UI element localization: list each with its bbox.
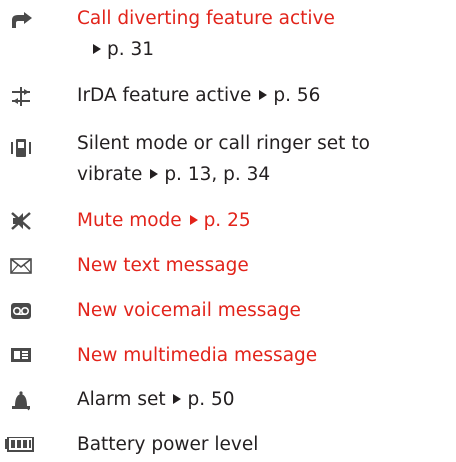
vibrate-icon <box>10 138 32 157</box>
page-reference-link[interactable]: p. 31 <box>107 39 154 60</box>
envelope-icon <box>10 258 32 276</box>
voicemail-icon <box>10 302 32 320</box>
page-reference-link[interactable]: p. 25 <box>204 210 251 231</box>
legend-item-label: Mute mode <box>77 210 182 231</box>
call-divert-icon <box>10 12 32 30</box>
page-reference-arrow-icon <box>259 90 268 100</box>
legend-item-label: New multimedia message <box>77 345 318 366</box>
alarm-bell-icon <box>10 391 32 411</box>
legend-item-label: Call diverting feature active <box>77 8 335 29</box>
page-reference-link[interactable]: p. 56 <box>273 85 320 106</box>
battery-icon <box>4 437 34 455</box>
irda-icon <box>10 87 32 106</box>
legend-item-label: New voicemail message <box>77 300 301 321</box>
page-reference-arrow-icon <box>150 169 159 179</box>
mute-icon <box>10 211 32 230</box>
multimedia-message-icon <box>10 347 32 365</box>
legend-item-label: Alarm set <box>77 389 166 410</box>
page-reference-arrow-icon <box>93 44 101 54</box>
page-reference-arrow-icon <box>173 394 182 404</box>
page-reference-link[interactable]: p. 13, p. 34 <box>164 164 270 185</box>
legend-item-label: Silent mode or call ringer set to <box>77 133 370 154</box>
legend-item-label-continued: vibrate <box>77 164 143 185</box>
legend-item-label: IrDA feature active <box>77 85 252 106</box>
legend-item-label: New text message <box>77 255 249 276</box>
page-reference-link[interactable]: p. 50 <box>187 389 234 410</box>
page-reference-arrow-icon <box>189 215 198 225</box>
legend-item-label: Battery power level <box>77 434 259 455</box>
